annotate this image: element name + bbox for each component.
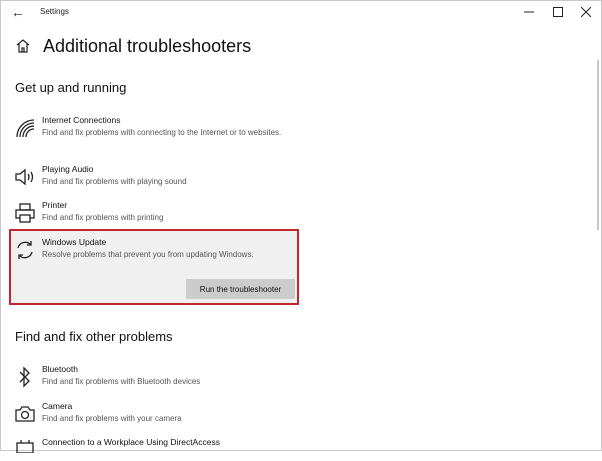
maximize-button[interactable] [543, 1, 573, 23]
troubleshooter-bluetooth[interactable]: Bluetooth Find and fix problems with Blu… [12, 364, 302, 390]
item-name: Windows Update [42, 237, 107, 247]
item-name: Camera [42, 401, 73, 411]
camera-icon [14, 403, 36, 425]
run-troubleshooter-button[interactable]: Run the troubleshooter [186, 279, 295, 299]
item-name: Playing Audio [42, 164, 94, 174]
minimize-button[interactable] [514, 1, 544, 23]
item-name: Bluetooth [42, 364, 78, 374]
section-title-find-fix: Find and fix other problems [15, 329, 173, 344]
wifi-icon [14, 117, 36, 139]
item-description: Resolve problems that prevent you from u… [42, 250, 254, 259]
title-bar: ← Settings [0, 0, 602, 26]
scrollbar[interactable] [597, 60, 599, 230]
item-description: Find and fix problems with playing sound [42, 177, 187, 186]
back-arrow-icon[interactable]: ← [8, 2, 28, 22]
close-button[interactable] [571, 1, 601, 23]
section-title-get-up: Get up and running [15, 80, 127, 95]
troubleshooter-directaccess[interactable]: Connection to a Workplace Using DirectAc… [12, 437, 302, 454]
window-title: Settings [40, 7, 69, 16]
page-title: Additional troubleshooters [43, 36, 252, 56]
item-description: Find and fix problems with Bluetooth dev… [42, 377, 201, 386]
item-name: Printer [42, 200, 68, 210]
troubleshooter-internet-connections[interactable]: Internet Connections Find and fix proble… [12, 115, 302, 151]
directaccess-icon [14, 439, 36, 461]
printer-icon [14, 202, 36, 224]
troubleshooter-windows-update[interactable]: Windows Update Resolve problems that pre… [12, 237, 302, 263]
troubleshooter-playing-audio[interactable]: Playing Audio Find and fix problems with… [12, 164, 302, 190]
home-icon[interactable] [15, 38, 31, 54]
item-description: Find and fix problems with your camera [42, 414, 182, 423]
item-description: Find and fix problems with connecting to… [42, 128, 282, 137]
item-name: Connection to a Workplace Using DirectAc… [42, 437, 220, 447]
speaker-icon [14, 166, 36, 188]
refresh-icon [14, 239, 36, 261]
bluetooth-icon [14, 366, 36, 388]
troubleshooter-camera[interactable]: Camera Find and fix problems with your c… [12, 401, 302, 427]
item-name: Internet Connections [42, 115, 121, 125]
troubleshooter-printer[interactable]: Printer Find and fix problems with print… [12, 200, 302, 226]
item-description: Find and fix problems with printing [42, 213, 164, 222]
